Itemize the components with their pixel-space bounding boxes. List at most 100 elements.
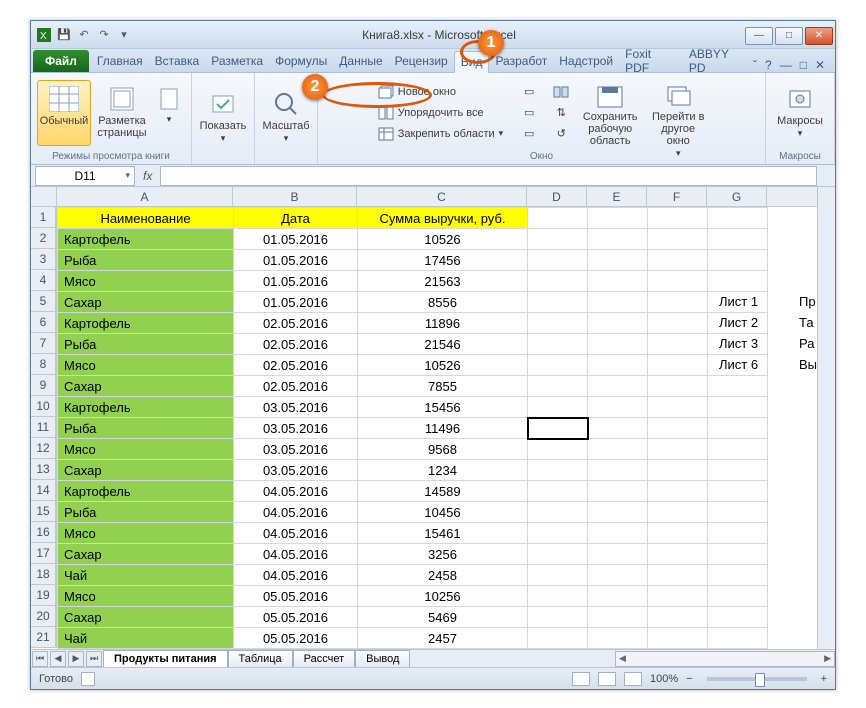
row-header[interactable]: 5 <box>31 291 56 312</box>
cell[interactable]: 9568 <box>358 439 528 460</box>
cell[interactable] <box>528 397 588 418</box>
cell[interactable]: Картофель <box>58 397 234 418</box>
cell[interactable]: 7855 <box>358 376 528 397</box>
cell[interactable] <box>528 481 588 502</box>
cell[interactable] <box>588 418 648 439</box>
cell[interactable]: 10526 <box>358 355 528 376</box>
select-all-corner[interactable] <box>31 187 57 207</box>
cell[interactable]: Картофель <box>58 229 234 250</box>
cell[interactable] <box>528 565 588 586</box>
cell[interactable]: Сахар <box>58 460 234 481</box>
tab-data[interactable]: Данные <box>333 50 388 72</box>
cell[interactable] <box>588 376 648 397</box>
doc-close-icon[interactable]: ✕ <box>815 58 825 72</box>
cell[interactable] <box>588 502 648 523</box>
cell[interactable] <box>648 607 708 628</box>
cell[interactable] <box>708 544 768 565</box>
cell[interactable]: Чай <box>58 565 234 586</box>
col-header-G[interactable]: G <box>707 187 767 206</box>
cell[interactable] <box>708 523 768 544</box>
col-header-B[interactable]: B <box>233 187 357 206</box>
cell[interactable]: Рыба <box>58 334 234 355</box>
cell[interactable] <box>528 376 588 397</box>
cell[interactable] <box>588 439 648 460</box>
cell[interactable]: Рыба <box>58 418 234 439</box>
cell[interactable]: 15456 <box>358 397 528 418</box>
cell[interactable]: Сахар <box>58 376 234 397</box>
maximize-button[interactable]: □ <box>775 27 803 45</box>
cell[interactable] <box>528 628 588 649</box>
col-header-A[interactable]: A <box>57 187 233 206</box>
cell[interactable]: Мясо <box>58 523 234 544</box>
row-header[interactable]: 6 <box>31 312 56 333</box>
cell[interactable] <box>528 334 588 355</box>
cell[interactable] <box>648 628 708 649</box>
sheet-nav-last[interactable]: ⏭ <box>86 651 102 667</box>
cell[interactable]: 03.05.2016 <box>234 397 358 418</box>
name-box[interactable]: D11 <box>35 166 135 186</box>
cell[interactable] <box>648 502 708 523</box>
tab-developer[interactable]: Разработ <box>489 50 553 72</box>
cell[interactable] <box>708 271 768 292</box>
redo-icon[interactable]: ↷ <box>95 26 113 44</box>
cell[interactable]: Чай <box>58 628 234 649</box>
cell[interactable] <box>588 628 648 649</box>
cell[interactable] <box>528 439 588 460</box>
col-header-C[interactable]: C <box>357 187 527 206</box>
cell[interactable] <box>528 271 588 292</box>
cell[interactable]: Наименование <box>58 208 234 229</box>
cell[interactable]: 04.05.2016 <box>234 523 358 544</box>
cell[interactable]: 2457 <box>358 628 528 649</box>
row-header[interactable]: 8 <box>31 354 56 375</box>
cell[interactable]: 01.05.2016 <box>234 250 358 271</box>
show-button[interactable]: Показать ▾ <box>198 85 248 151</box>
zoom-button[interactable]: Масштаб ▾ <box>261 85 311 151</box>
cell[interactable] <box>588 334 648 355</box>
row-header[interactable]: 2 <box>31 228 56 249</box>
tab-foxit[interactable]: Foxit PDF <box>619 50 683 72</box>
row-header[interactable]: 14 <box>31 480 56 501</box>
macros-button[interactable]: Макросы ▾ <box>772 80 828 146</box>
sheet-tab[interactable]: Продукты питания <box>103 650 228 667</box>
ribbon-minimize-icon[interactable]: ˇ <box>753 58 757 72</box>
cell[interactable] <box>708 439 768 460</box>
cell[interactable]: 5469 <box>358 607 528 628</box>
cell[interactable] <box>528 607 588 628</box>
row-header[interactable]: 17 <box>31 543 56 564</box>
cell[interactable] <box>648 418 708 439</box>
cell[interactable]: Сахар <box>58 544 234 565</box>
sheet-nav-next[interactable]: ▶ <box>68 651 84 667</box>
cell[interactable] <box>708 502 768 523</box>
cell[interactable] <box>648 208 708 229</box>
hide-button[interactable]: ▭ <box>517 103 541 123</box>
cell[interactable] <box>528 544 588 565</box>
row-header[interactable]: 20 <box>31 606 56 627</box>
row-header[interactable]: 3 <box>31 249 56 270</box>
cell[interactable] <box>588 523 648 544</box>
col-header-D[interactable]: D <box>527 187 587 206</box>
cell[interactable]: 04.05.2016 <box>234 502 358 523</box>
vertical-scrollbar[interactable] <box>817 187 835 649</box>
cell[interactable] <box>588 586 648 607</box>
tab-home[interactable]: Главная <box>91 50 149 72</box>
cell[interactable]: 01.05.2016 <box>234 292 358 313</box>
cell[interactable] <box>708 250 768 271</box>
cell[interactable]: 21563 <box>358 271 528 292</box>
cell[interactable]: 03.05.2016 <box>234 460 358 481</box>
cell[interactable]: 03.05.2016 <box>234 439 358 460</box>
cell[interactable] <box>708 397 768 418</box>
cell[interactable] <box>528 586 588 607</box>
cell[interactable] <box>588 565 648 586</box>
cell[interactable]: 10256 <box>358 586 528 607</box>
save-icon[interactable]: 💾 <box>55 26 73 44</box>
page-layout-button[interactable]: Разметка страницы <box>95 80 149 146</box>
tab-formulas[interactable]: Формулы <box>269 50 333 72</box>
zoom-in-button[interactable]: + <box>821 673 827 685</box>
cell[interactable]: 05.05.2016 <box>234 628 358 649</box>
tab-file[interactable]: Файл <box>33 50 89 72</box>
cell[interactable] <box>588 313 648 334</box>
sheet-nav-first[interactable]: ⏮ <box>32 651 48 667</box>
row-header[interactable]: 4 <box>31 270 56 291</box>
cell[interactable]: Сахар <box>58 607 234 628</box>
cell[interactable]: 01.05.2016 <box>234 229 358 250</box>
